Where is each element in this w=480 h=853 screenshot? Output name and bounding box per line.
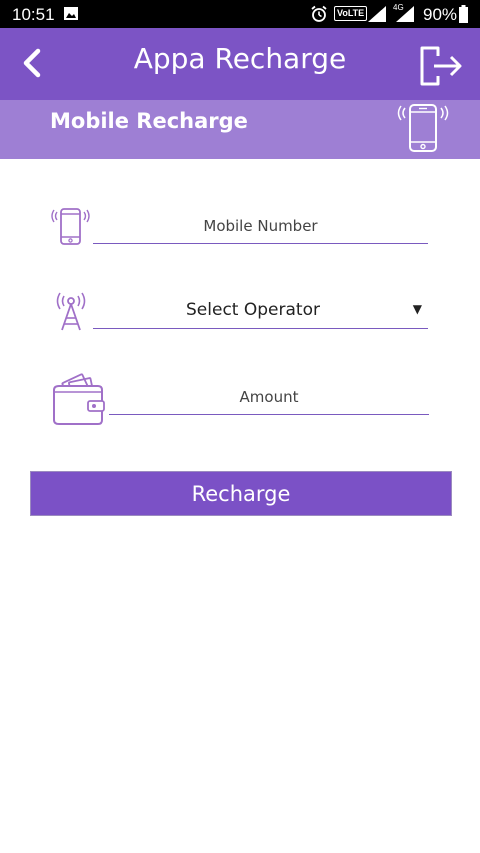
image-notification-icon: [64, 7, 78, 20]
recharge-button[interactable]: Recharge: [30, 471, 452, 516]
volte-badge: VoLTE: [334, 6, 368, 21]
operator-select[interactable]: Select Operator ▼: [93, 292, 428, 329]
alarm-icon: [311, 5, 327, 22]
app-title: Appa Recharge: [133, 42, 347, 75]
logout-icon[interactable]: [416, 44, 464, 88]
section-title: Mobile Recharge: [50, 109, 248, 133]
signal-icon: [368, 6, 386, 22]
section-header: Mobile Recharge: [0, 100, 480, 159]
signal-icon-2: [396, 6, 414, 22]
mobile-number-input[interactable]: [93, 208, 428, 244]
status-bar: 10:51 VoLTE 4G 90%: [0, 0, 480, 28]
wallet-icon: [53, 373, 105, 425]
tower-icon: [56, 292, 86, 331]
battery-icon: [459, 5, 468, 23]
battery-percent: 90%: [423, 5, 458, 24]
app-bar: Appa Recharge: [0, 28, 480, 100]
dropdown-arrow-icon: ▼: [412, 302, 422, 316]
operator-selected-value: Select Operator: [186, 300, 320, 320]
phone-signal-icon: [51, 208, 90, 245]
status-time: 10:51: [12, 5, 55, 24]
phone-signal-icon: [397, 104, 449, 152]
amount-input[interactable]: [109, 380, 429, 415]
